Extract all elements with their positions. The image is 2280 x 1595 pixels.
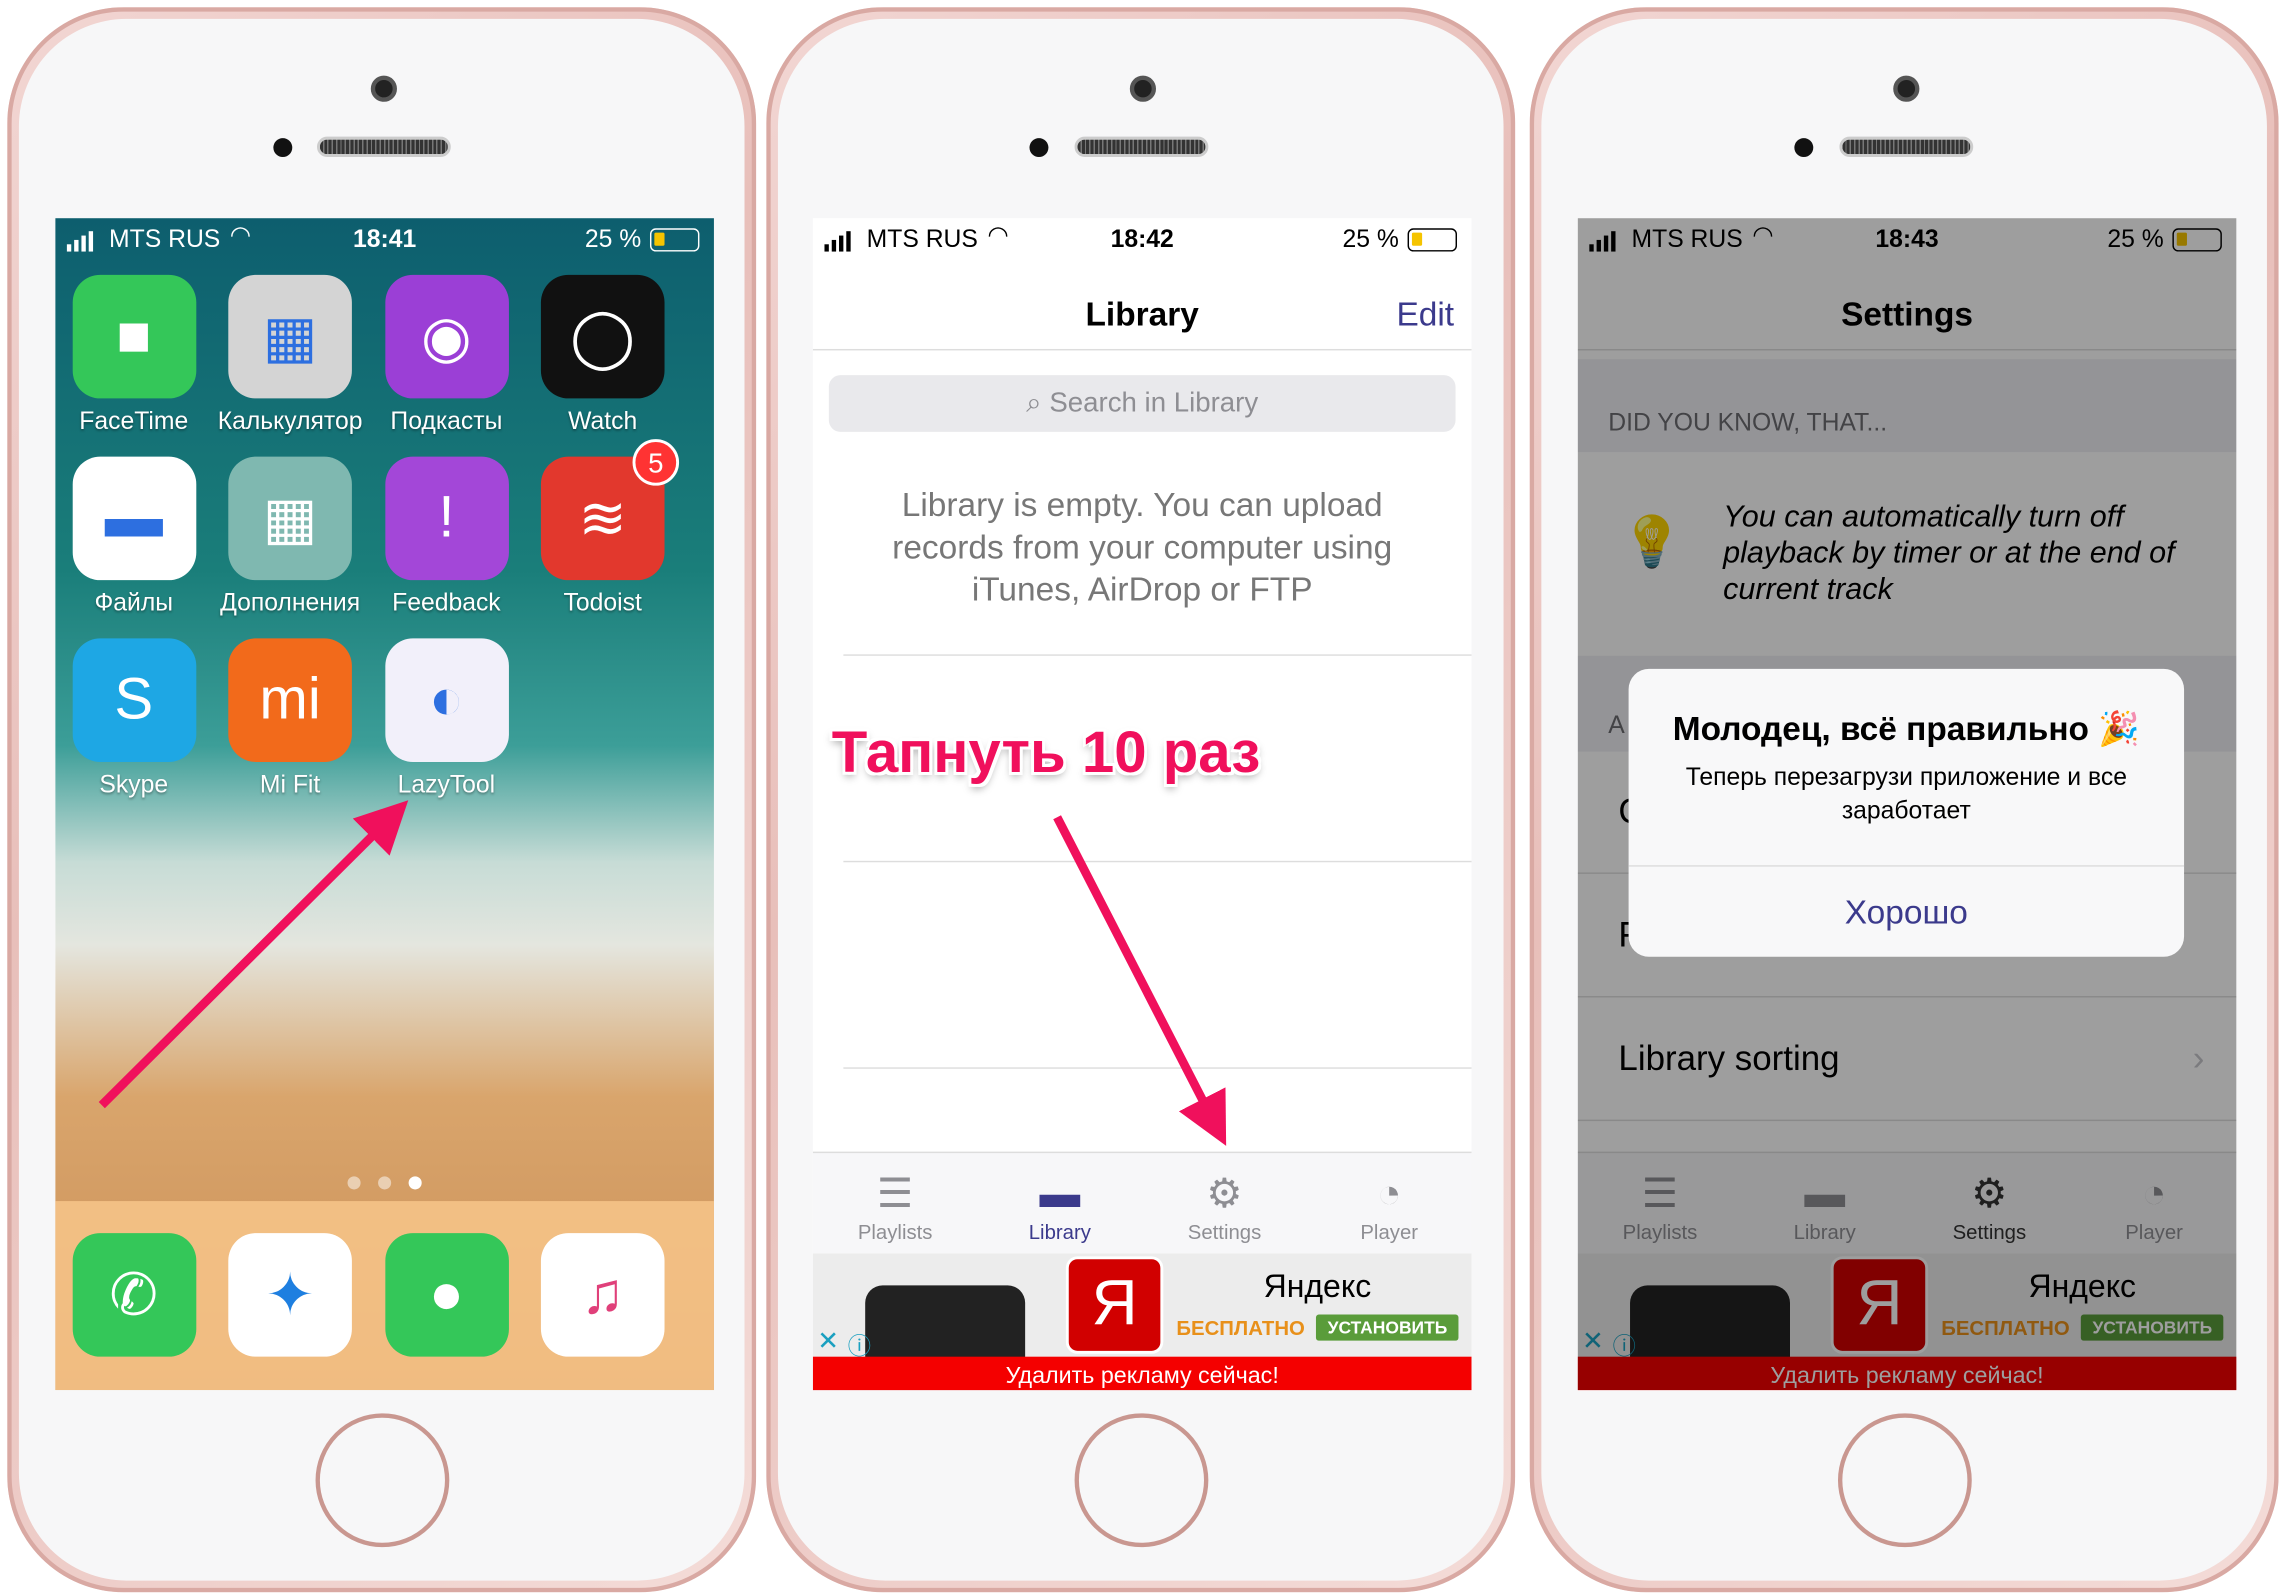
arrow-to-lazytool [98, 800, 409, 1109]
arrow-to-settings [1053, 815, 1227, 1146]
annotation-label: Тапнуть 10 раз [831, 721, 1261, 786]
annotation-arrows [98, 800, 1227, 1146]
